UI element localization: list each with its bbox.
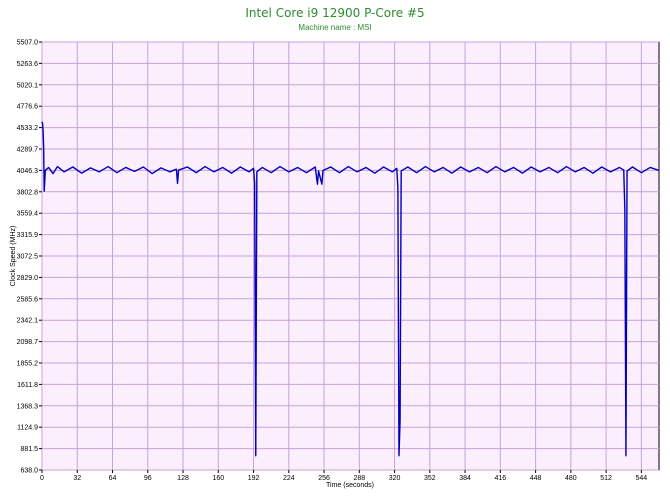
- y-tick-label: 1368.3: [17, 403, 39, 410]
- x-tick-label: 288: [353, 475, 365, 482]
- x-tick-label: 0: [40, 475, 44, 482]
- chart-subtitle: Machine name : MSI: [298, 23, 371, 32]
- y-axis-label: Clock Speed (MHz): [10, 226, 17, 287]
- y-tick-label: 4776.6: [17, 104, 39, 111]
- y-tick-label: 3315.9: [17, 232, 39, 239]
- y-tick-label: 881.5: [20, 446, 38, 453]
- grid: [41, 41, 659, 471]
- chart: Intel Core i9 12900 P-Core #5 Machine na…: [10, 6, 660, 489]
- x-tick-label: 64: [109, 475, 117, 482]
- y-tick-label: 3559.4: [17, 211, 39, 218]
- x-tick-label: 160: [212, 475, 224, 482]
- y-tick-label: 5263.6: [17, 61, 39, 68]
- x-tick-label: 256: [318, 475, 330, 482]
- y-tick-label: 638.0: [20, 468, 38, 475]
- x-tick-label: 96: [144, 475, 152, 482]
- x-tick-label: 352: [424, 475, 436, 482]
- x-tick-label: 384: [459, 475, 471, 482]
- x-tick-label: 320: [389, 475, 401, 482]
- x-tick-label: 544: [636, 475, 648, 482]
- x-tick-label: 32: [73, 475, 81, 482]
- y-tick-label: 1124.9: [17, 425, 38, 432]
- y-tick-label: 2342.1: [17, 318, 39, 325]
- x-tick-label: 512: [600, 475, 612, 482]
- chart-title: Intel Core i9 12900 P-Core #5: [245, 6, 424, 20]
- y-tick-label: 4289.7: [17, 147, 39, 154]
- y-tick-label: 3802.8: [17, 189, 39, 196]
- y-tick-label: 5020.1: [17, 82, 39, 89]
- y-tick-label: 3072.5: [17, 254, 39, 261]
- y-tick-label: 2585.6: [17, 296, 39, 303]
- x-tick-label: 192: [248, 475, 260, 482]
- x-tick-label: 448: [530, 475, 542, 482]
- y-tick-label: 5507.0: [17, 40, 39, 47]
- y-tick-label: 2829.0: [17, 275, 39, 282]
- y-tick-label: 1611.8: [17, 382, 38, 389]
- y-tick-label: 1855.2: [17, 361, 39, 368]
- x-tick-label: 480: [565, 475, 577, 482]
- y-tick-label: 4046.3: [17, 168, 39, 175]
- y-tick-label: 4533.2: [17, 125, 39, 132]
- y-tick-label: 2098.7: [17, 339, 39, 346]
- x-tick-label: 416: [494, 475, 506, 482]
- x-tick-label: 224: [283, 475, 295, 482]
- x-axis-label: Time (seconds): [326, 482, 374, 489]
- x-tick-label: 128: [177, 475, 189, 482]
